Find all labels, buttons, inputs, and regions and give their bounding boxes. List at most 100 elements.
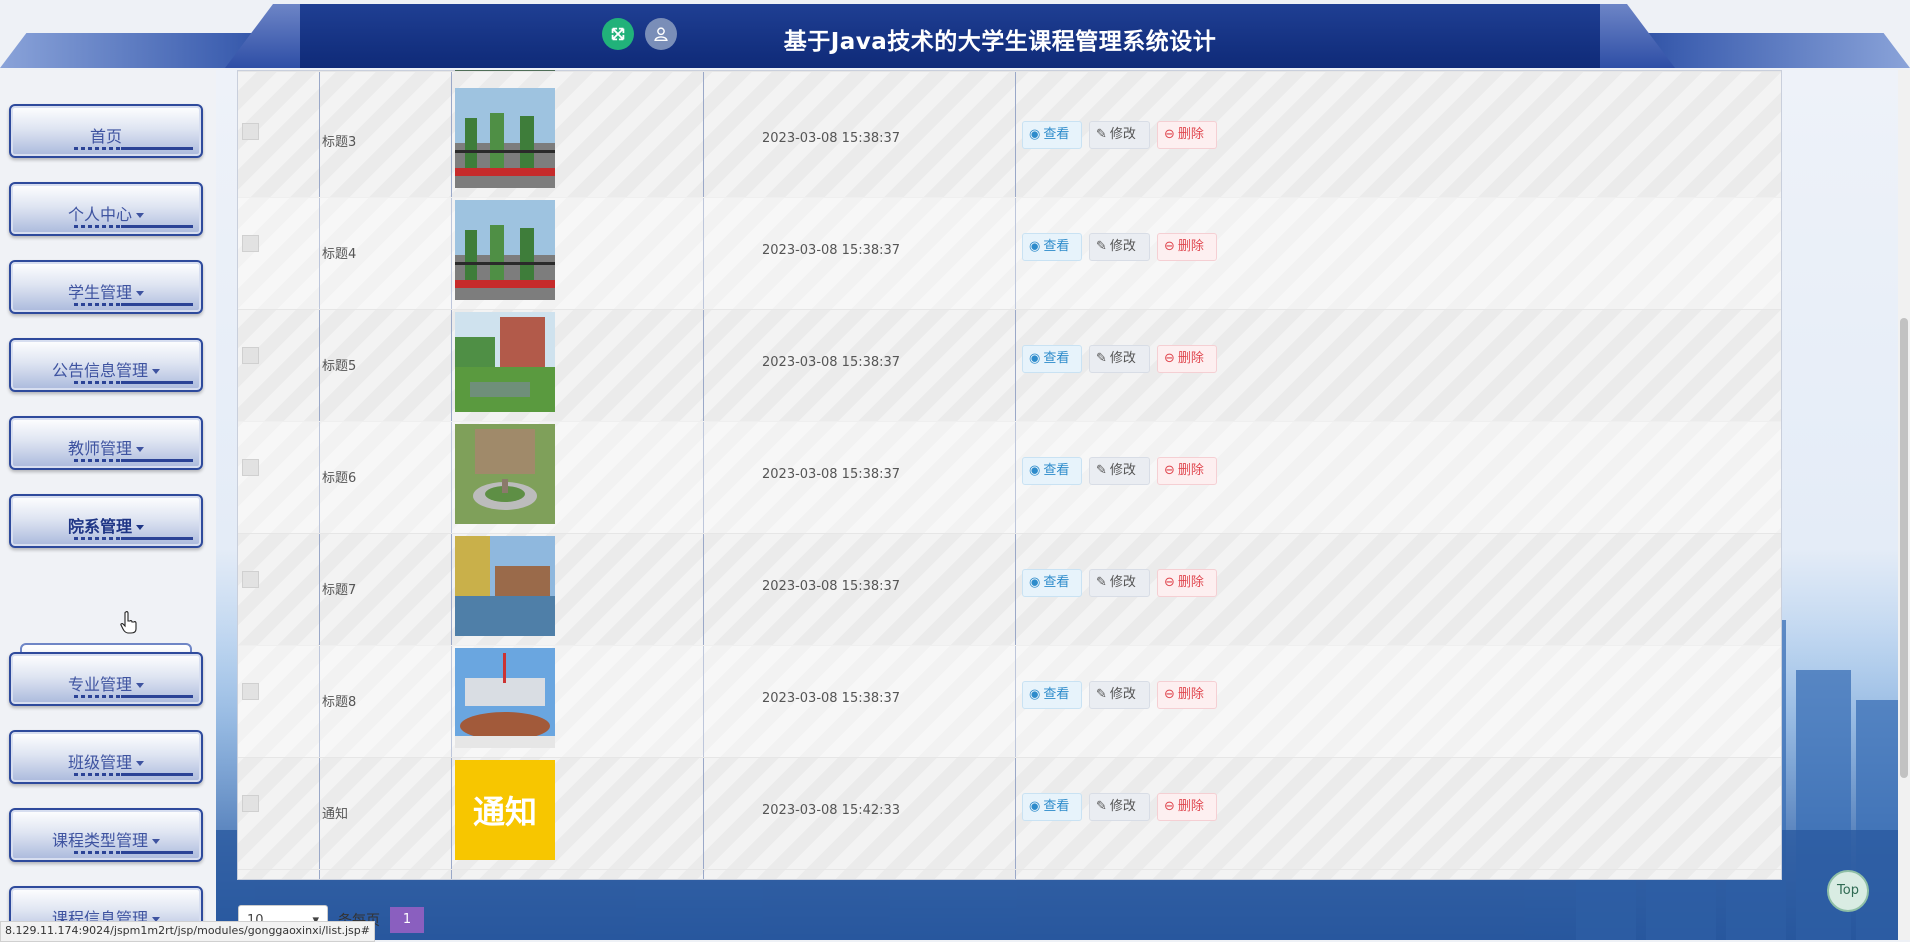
edit-button[interactable]: ✎ 修改 — [1089, 121, 1150, 149]
row-thumbnail — [455, 536, 555, 636]
view-button[interactable]: ◉ 查看 — [1022, 569, 1082, 597]
pencil-icon: ✎ — [1096, 239, 1107, 254]
edit-button[interactable]: ✎ 修改 — [1089, 233, 1150, 261]
pencil-icon: ✎ — [1096, 575, 1107, 590]
caret-down-icon — [136, 291, 144, 296]
page-scrollbar[interactable] — [1898, 70, 1910, 940]
view-button[interactable]: ◉ 查看 — [1022, 681, 1082, 709]
row-thumbnail — [455, 88, 555, 188]
minus-circle-icon: ⊖ — [1164, 799, 1175, 814]
caret-down-icon — [136, 683, 144, 688]
table-row: 标题7 2023-03-08 15:38:37 ◉ 查看 ✎ 修改 ⊖ 删除 — [238, 533, 1781, 646]
caret-down-icon — [136, 447, 144, 452]
fullscreen-button[interactable] — [602, 18, 634, 50]
view-button[interactable]: ◉ 查看 — [1022, 457, 1082, 485]
sidebar-item-class-management[interactable]: 班级管理 — [9, 730, 203, 784]
view-button[interactable]: ◉ 查看 — [1022, 345, 1082, 373]
delete-button[interactable]: ⊖ 删除 — [1157, 681, 1217, 709]
row-thumbnail — [455, 200, 555, 300]
delete-button[interactable]: ⊖ 删除 — [1157, 233, 1217, 261]
pencil-icon: ✎ — [1096, 351, 1107, 366]
pencil-icon: ✎ — [1096, 463, 1107, 478]
edit-label: 修改 — [1109, 799, 1136, 814]
sidebar-item-personal-center[interactable]: 个人中心 — [9, 182, 203, 236]
eye-icon: ◉ — [1029, 351, 1041, 366]
minus-circle-icon: ⊖ — [1164, 351, 1175, 366]
view-button[interactable]: ◉ 查看 — [1022, 233, 1082, 261]
eye-icon: ◉ — [1029, 687, 1041, 702]
delete-button[interactable]: ⊖ 删除 — [1157, 121, 1217, 149]
sidebar-item-label: 教师管理 — [67, 439, 132, 458]
table-row: 标题4 2023-03-08 15:38:37 ◉ 查看 ✎ 修改 ⊖ 删除 — [238, 197, 1781, 310]
delete-button[interactable]: ⊖ 删除 — [1157, 793, 1217, 821]
minus-circle-icon: ⊖ — [1164, 463, 1175, 478]
caret-down-icon — [136, 761, 144, 766]
row-thumbnail — [455, 312, 555, 412]
row-time: 2023-03-08 15:38:37 — [762, 467, 901, 482]
minus-circle-icon: ⊖ — [1164, 687, 1175, 702]
row-checkbox[interactable] — [242, 571, 259, 588]
eye-icon: ◉ — [1029, 463, 1041, 478]
delete-button[interactable]: ⊖ 删除 — [1157, 345, 1217, 373]
sidebar-item-department-management[interactable]: 院系管理 — [9, 494, 203, 548]
sidebar-item-label: 院系管理 — [67, 517, 132, 536]
sidebar-item-major-management[interactable]: 专业管理 — [9, 652, 203, 706]
minus-circle-icon: ⊖ — [1164, 239, 1175, 254]
table-row: 通知 通知 2023-03-08 15:42:33 ◉ 查看 ✎ 修改 ⊖ 删除 — [238, 757, 1781, 870]
view-label: 查看 — [1043, 239, 1070, 254]
notice-banner-image: 通知 — [455, 760, 555, 860]
scrollbar-thumb[interactable] — [1900, 318, 1908, 778]
row-checkbox[interactable] — [242, 123, 259, 140]
user-icon — [654, 27, 668, 42]
page-button-current[interactable]: 1 — [390, 907, 424, 933]
row-thumbnail — [455, 424, 555, 524]
pencil-icon: ✎ — [1096, 687, 1107, 702]
view-label: 查看 — [1043, 575, 1070, 590]
edit-button[interactable]: ✎ 修改 — [1089, 681, 1150, 709]
row-checkbox[interactable] — [242, 459, 259, 476]
main-content: 标题3 2023-03-08 15:38:37 ◉ 查看 ✎ 修改 ⊖ 删除 标题4 … — [216, 70, 1910, 940]
row-time: 2023-03-08 15:38:37 — [762, 691, 901, 706]
row-checkbox[interactable] — [242, 683, 259, 700]
edit-label: 修改 — [1109, 351, 1136, 366]
expand-icon — [611, 27, 625, 41]
sidebar-item-label: 课程类型管理 — [51, 831, 148, 850]
table-row: 标题6 2023-03-08 15:38:37 ◉ 查看 ✎ 修改 ⊖ 删除 — [238, 421, 1781, 534]
sidebar-item-teacher-management[interactable]: 教师管理 — [9, 416, 203, 470]
row-title: 通知 — [322, 807, 349, 822]
row-checkbox[interactable] — [242, 795, 259, 812]
eye-icon: ◉ — [1029, 127, 1041, 142]
hand-cursor-icon — [120, 611, 137, 634]
sidebar-item-home[interactable]: 首页 — [9, 104, 203, 158]
delete-button[interactable]: ⊖ 删除 — [1157, 569, 1217, 597]
sidebar-item-course-type-management[interactable]: 课程类型管理 — [9, 808, 203, 862]
row-time: 2023-03-08 15:38:37 — [762, 131, 901, 146]
edit-button[interactable]: ✎ 修改 — [1089, 345, 1150, 373]
edit-label: 修改 — [1109, 575, 1136, 590]
row-checkbox[interactable] — [242, 235, 259, 252]
sidebar-item-label: 学生管理 — [67, 283, 132, 302]
edit-button[interactable]: ✎ 修改 — [1089, 793, 1150, 821]
row-title: 标题5 — [322, 359, 357, 374]
sidebar-item-announcement-management[interactable]: 公告信息管理 — [9, 338, 203, 392]
sidebar-item-label: 首页 — [89, 127, 122, 146]
eye-icon: ◉ — [1029, 575, 1041, 590]
view-label: 查看 — [1043, 463, 1070, 478]
delete-label: 删除 — [1177, 351, 1204, 366]
user-button[interactable] — [645, 18, 677, 50]
page-title: 基于Java技术的大学生课程管理系统设计 — [783, 29, 1217, 55]
minus-circle-icon: ⊖ — [1164, 575, 1175, 590]
edit-label: 修改 — [1109, 127, 1136, 142]
edit-button[interactable]: ✎ 修改 — [1089, 569, 1150, 597]
sidebar-item-student-management[interactable]: 学生管理 — [9, 260, 203, 314]
delete-label: 删除 — [1177, 127, 1204, 142]
view-button[interactable]: ◉ 查看 — [1022, 793, 1082, 821]
delete-button[interactable]: ⊖ 删除 — [1157, 457, 1217, 485]
edit-label: 修改 — [1109, 463, 1136, 478]
edit-button[interactable]: ✎ 修改 — [1089, 457, 1150, 485]
view-label: 查看 — [1043, 799, 1070, 814]
view-button[interactable]: ◉ 查看 — [1022, 121, 1082, 149]
delete-label: 删除 — [1177, 463, 1204, 478]
row-checkbox[interactable] — [242, 347, 259, 364]
back-to-top-button[interactable]: Top — [1827, 870, 1869, 912]
